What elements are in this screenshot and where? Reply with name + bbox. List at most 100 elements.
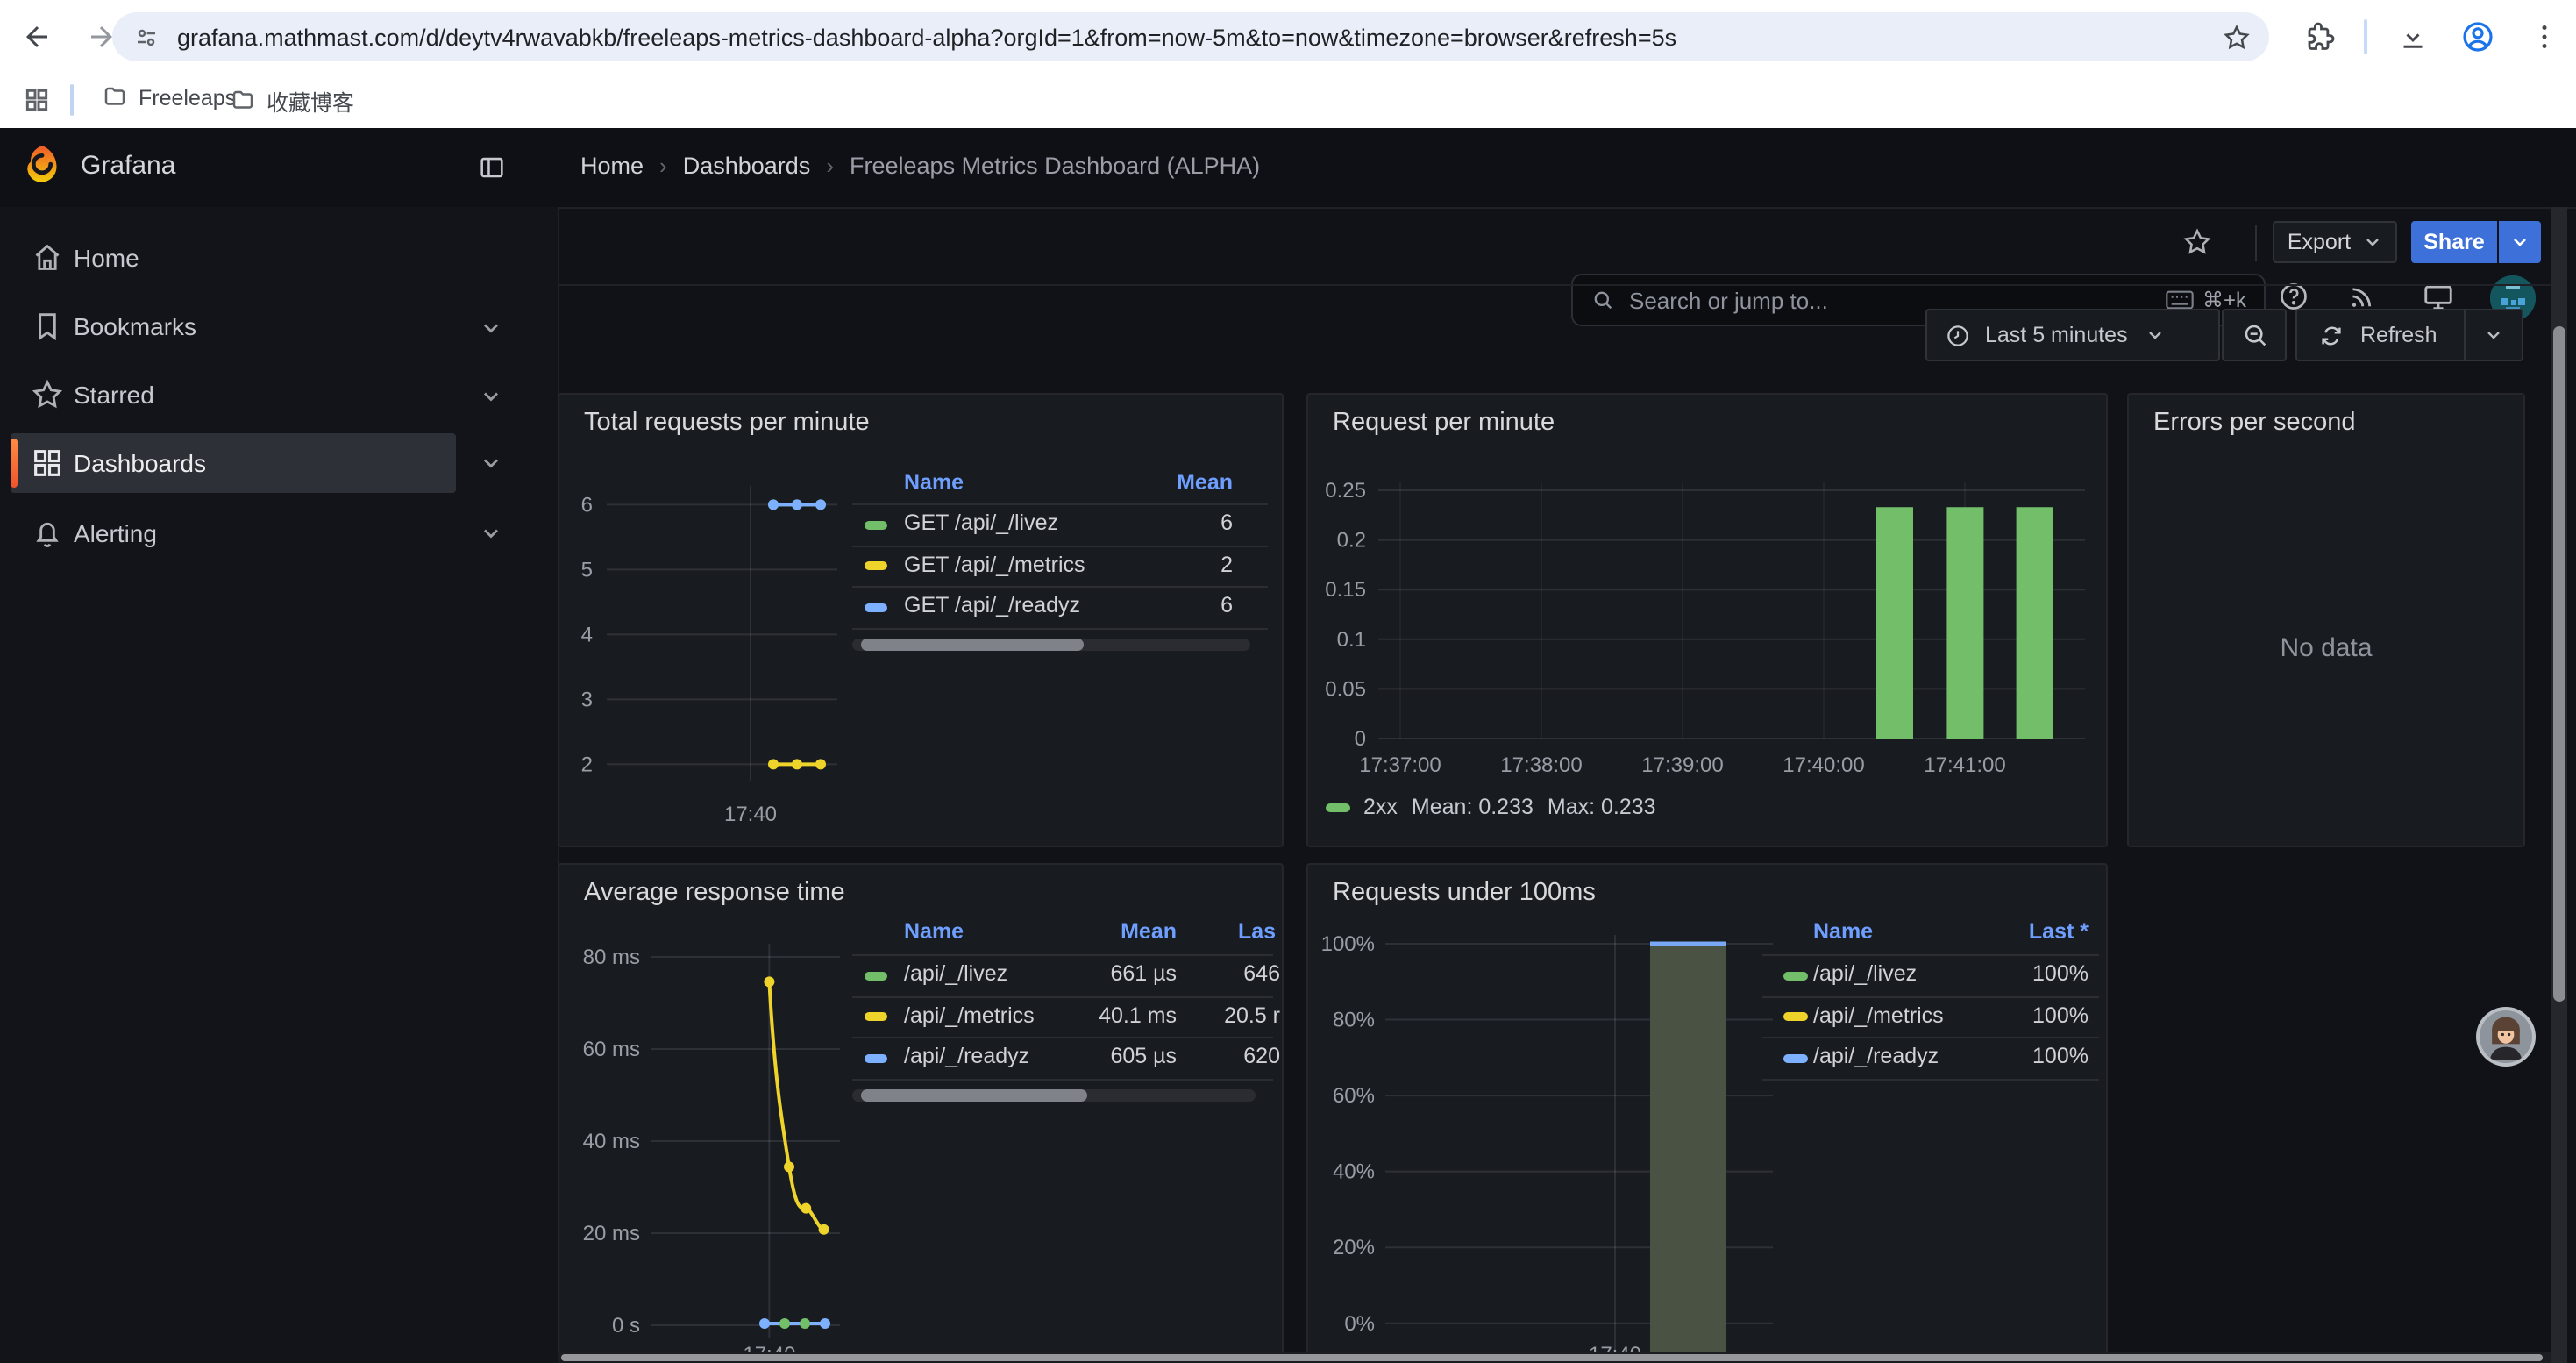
panel-title[interactable]: Errors per second [2153, 409, 2356, 437]
legend-value: 620 [1243, 1045, 1280, 1069]
vertical-scrollbar[interactable] [2551, 207, 2567, 1363]
apps-grid-icon[interactable] [23, 86, 51, 114]
legend-separator [1762, 1038, 2099, 1039]
svg-text:17:41:00: 17:41:00 [1924, 753, 2005, 777]
bookmark-star-icon[interactable] [2222, 22, 2252, 52]
sidebar-item-starred[interactable]: Starred [11, 365, 456, 425]
breadcrumb-dashboards[interactable]: Dashboards [683, 153, 811, 179]
legend-series-name[interactable]: /api/_/livez [904, 961, 1007, 986]
legend-separator [1762, 995, 2099, 997]
export-button[interactable]: Export [2273, 221, 2397, 263]
legend-max: Max: 0.233 [1548, 795, 1656, 819]
panel-title[interactable]: Request per minute [1333, 409, 1555, 437]
zoom-out-button[interactable] [2222, 309, 2287, 361]
panel-title[interactable]: Total requests per minute [584, 409, 870, 437]
site-settings-icon[interactable] [133, 24, 160, 50]
legend-column-header[interactable]: Name [904, 470, 964, 495]
panel-request-per-minute: Request per minute 0.250.20.150.10.05017… [1306, 393, 2108, 847]
legend-series-name[interactable]: /api/_/readyz [1813, 1045, 1939, 1069]
bookmark-folder-freeleaps[interactable]: Freeleaps [102, 84, 236, 111]
url-text[interactable]: grafana.mathmast.com/d/deytv4rwavabkb/fr… [177, 24, 1676, 50]
legend-scrollbar-thumb[interactable] [861, 639, 1084, 651]
legend-separator [852, 1038, 1273, 1039]
dock-menu-icon[interactable] [477, 153, 507, 182]
vertical-scrollbar-thumb[interactable] [2553, 326, 2565, 1002]
legend-value: 605 µs [1110, 1045, 1177, 1069]
legend-series-name[interactable]: /api/_/metrics [904, 1003, 1035, 1027]
favorite-star-icon[interactable] [2181, 226, 2213, 258]
time-range-label: Last 5 minutes [1985, 323, 2128, 347]
share-menu-button[interactable] [2499, 221, 2541, 263]
sidebar-item-bookmarks[interactable]: Bookmarks [11, 296, 456, 356]
legend-series-name[interactable]: /api/_/livez [1813, 961, 1917, 986]
legend-value: 100% [2032, 1003, 2089, 1027]
chevron-down-icon[interactable] [479, 451, 503, 475]
svg-text:60%: 60% [1333, 1084, 1375, 1108]
chevron-down-icon [2509, 232, 2530, 253]
blue-series-pill [864, 1054, 887, 1063]
sidebar-item-alerting[interactable]: Alerting [11, 503, 456, 562]
chevron-down-icon [2145, 325, 2167, 346]
svg-text:6: 6 [581, 493, 593, 517]
panel-requests-under-100ms: Requests under 100ms 100%80%60%40%20%0%1… [1306, 863, 2108, 1363]
chevron-down-icon[interactable] [479, 384, 503, 409]
home-icon [30, 240, 65, 275]
legend-value: 2 [1220, 552, 1233, 576]
green-series-pill [1783, 971, 1807, 980]
legend-separator [852, 545, 1268, 546]
legend-value: 646 [1243, 961, 1280, 986]
download-icon[interactable] [2397, 21, 2429, 53]
zoom-out-icon [2240, 321, 2268, 349]
horizontal-scrollbar-thumb[interactable] [561, 1354, 2543, 1361]
legend-series-name[interactable]: 2xx [1363, 795, 1398, 819]
browser-menu-icon[interactable] [2529, 21, 2560, 53]
legend-series-name[interactable]: GET /api/_/metrics [904, 552, 1085, 576]
bookmark-label: Freeleaps [139, 85, 236, 110]
sidebar-item-label: Bookmarks [74, 312, 196, 340]
panel-title[interactable]: Average response time [584, 879, 845, 907]
horizontal-scrollbar[interactable] [558, 1352, 2551, 1363]
panel-title[interactable]: Requests under 100ms [1333, 879, 1596, 907]
legend-mean: Mean: 0.233 [1412, 795, 1534, 819]
green-series-pill [864, 971, 887, 980]
share-button[interactable]: Share [2411, 221, 2497, 263]
legend-series-name[interactable]: GET /api/_/readyz [904, 594, 1080, 618]
svg-text:0%: 0% [1344, 1312, 1375, 1336]
legend-column-header[interactable]: Las [1238, 919, 1276, 944]
clock-icon [1945, 322, 1971, 348]
sidebar-item-home[interactable]: Home [11, 228, 456, 288]
legend-series-name[interactable]: /api/_/readyz [904, 1045, 1029, 1069]
sidebar-item-dashboards[interactable]: Dashboards [11, 432, 456, 492]
legend-column-header[interactable]: Name [904, 919, 964, 944]
sidebar-item-label: Home [74, 244, 139, 272]
refresh-label: Refresh [2360, 323, 2437, 347]
yellow-series-pill [864, 561, 887, 570]
url-bar[interactable]: grafana.mathmast.com/d/deytv4rwavabkb/fr… [112, 12, 2269, 61]
legend-series-name[interactable]: /api/_/metrics [1813, 1003, 1944, 1027]
toolbar-separator [2255, 225, 2257, 261]
extensions-icon[interactable] [2304, 21, 2336, 53]
breadcrumb-home[interactable]: Home [580, 153, 644, 179]
svg-text:17:39:00: 17:39:00 [1641, 753, 1723, 777]
svg-text:4: 4 [581, 623, 593, 646]
bookmark-folder-blogs[interactable]: 收藏博客 [230, 84, 354, 118]
profile-icon[interactable] [2460, 19, 2495, 54]
legend-column-header[interactable]: Mean [1121, 919, 1177, 944]
time-range-picker[interactable]: Last 5 minutes [1925, 309, 2220, 361]
svg-text:40 ms: 40 ms [583, 1130, 640, 1153]
legend-column-header[interactable]: Last * [2029, 919, 2089, 944]
chevron-down-icon[interactable] [479, 316, 503, 340]
svg-text:0.05: 0.05 [1325, 677, 1366, 701]
svg-text:3: 3 [581, 688, 593, 711]
breadcrumb-separator: › [659, 153, 667, 179]
blue-series-pill [864, 603, 887, 612]
assistant-avatar[interactable] [2476, 1007, 2536, 1067]
refresh-button[interactable]: Refresh [2295, 309, 2523, 361]
legend-series-name[interactable]: GET /api/_/livez [904, 510, 1058, 535]
chevron-down-icon[interactable] [479, 521, 503, 546]
back-icon[interactable] [21, 21, 53, 53]
legend-column-header[interactable]: Mean [1177, 470, 1233, 495]
legend-scrollbar-thumb[interactable] [861, 1089, 1087, 1102]
grafana-logo[interactable] [23, 140, 61, 189]
legend-column-header[interactable]: Name [1813, 919, 1873, 944]
